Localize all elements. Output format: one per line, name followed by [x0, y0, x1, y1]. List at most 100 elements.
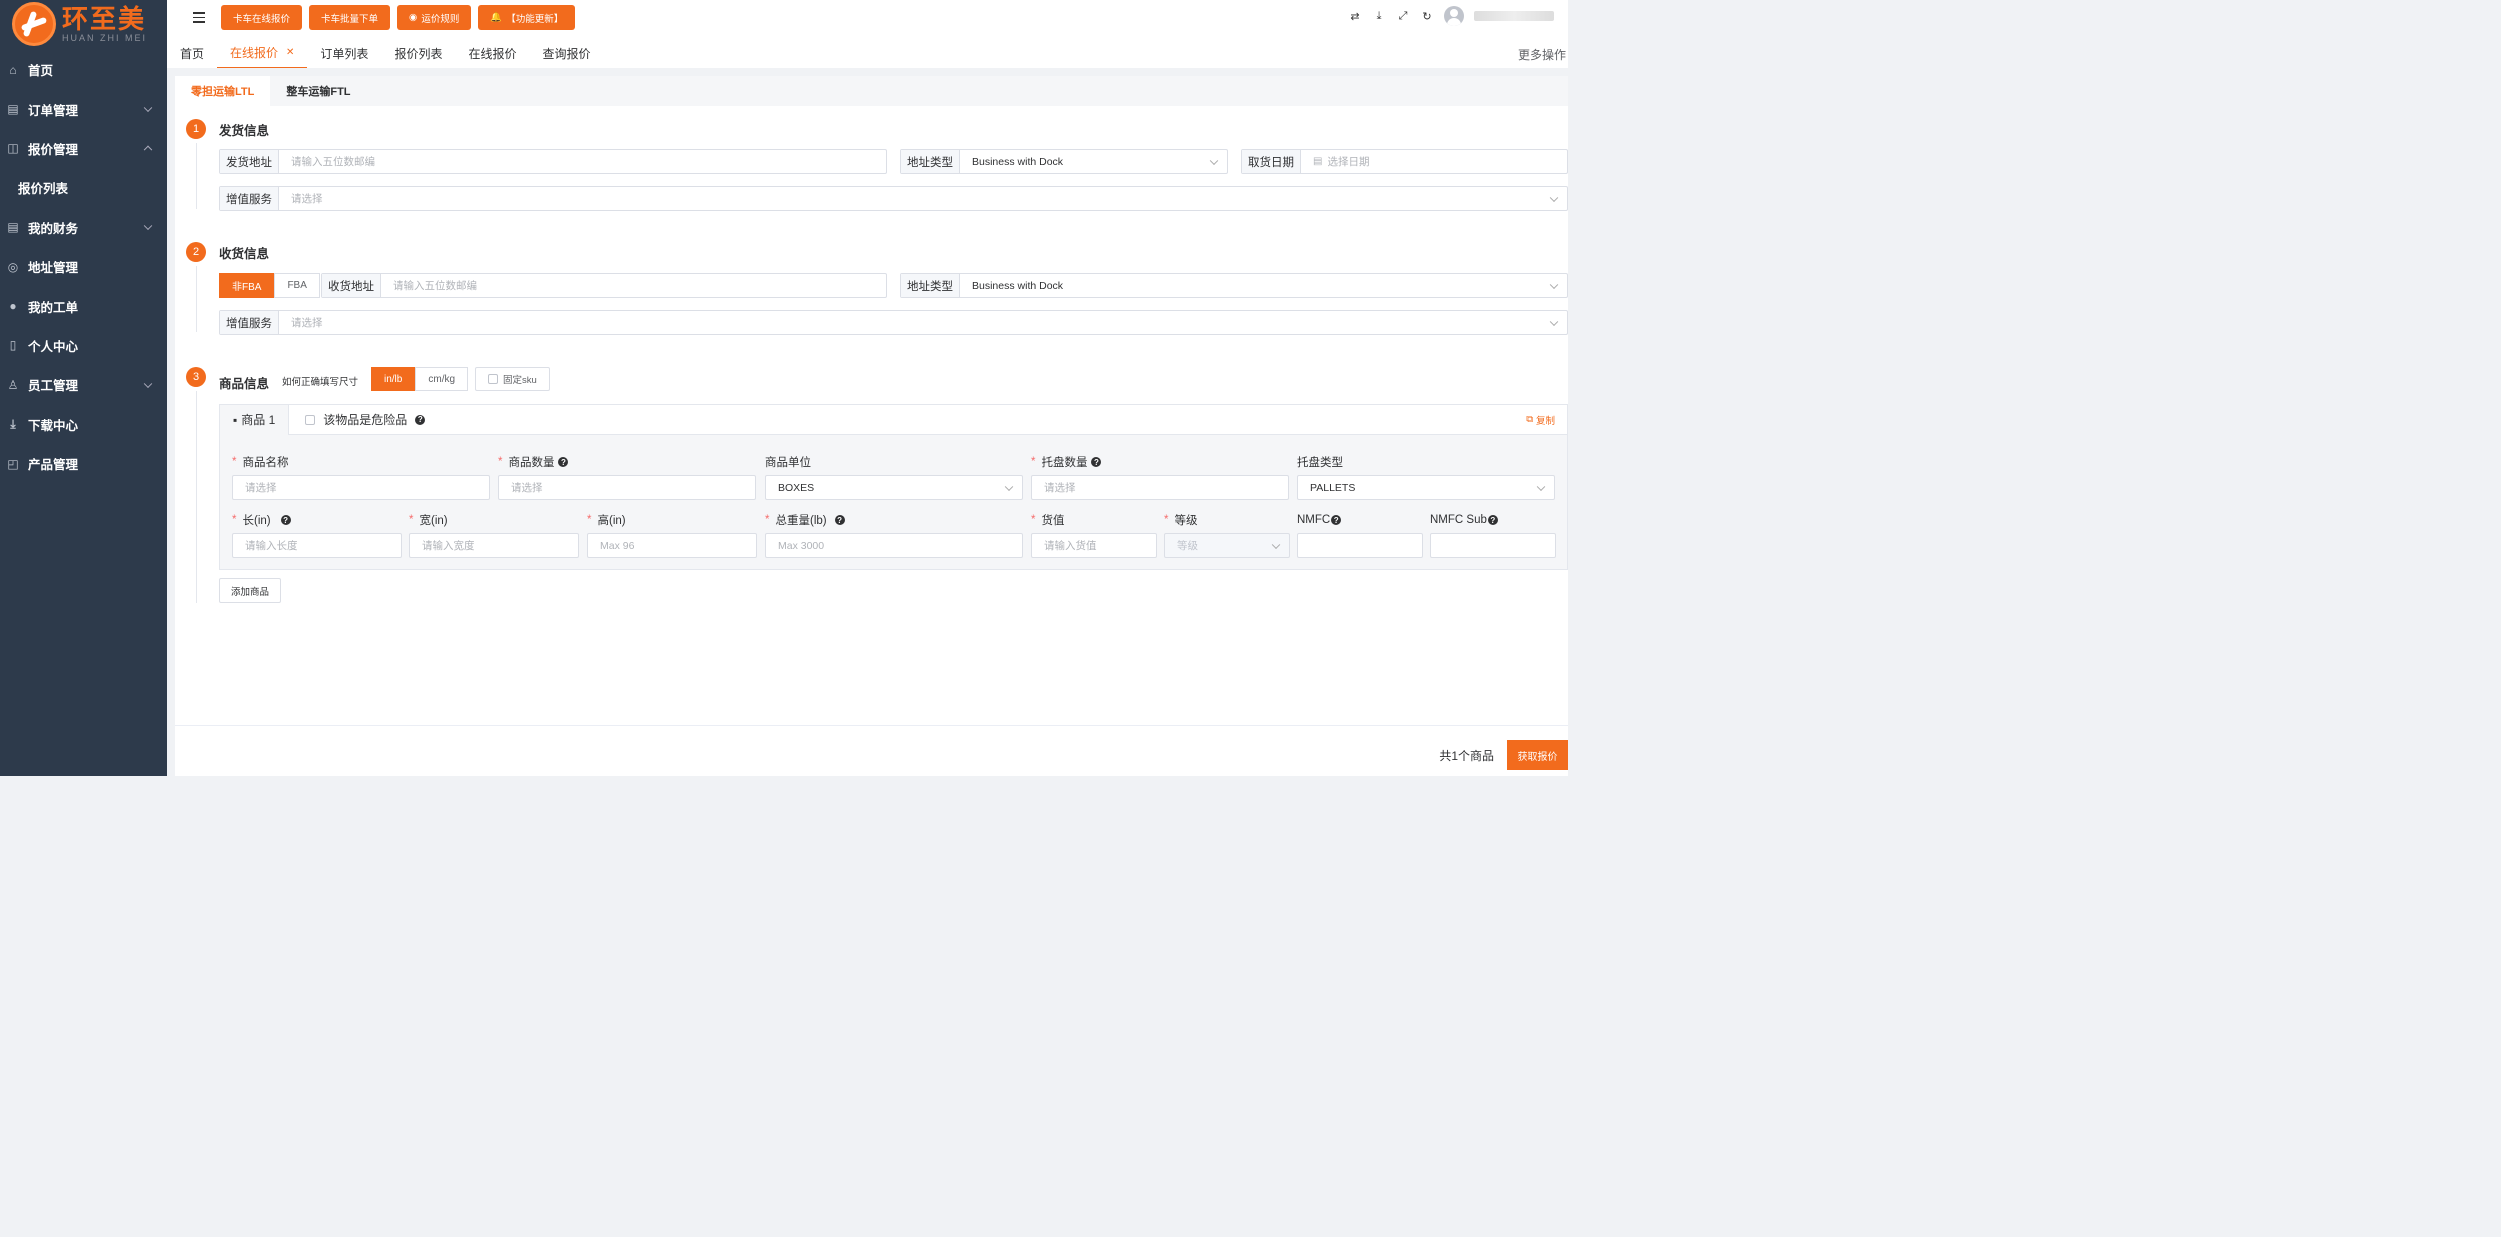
fixed-sku-checkbox[interactable]: 固定sku	[475, 367, 550, 391]
truck-batch-order-button[interactable]: 卡车批量下单	[309, 5, 391, 30]
copy-button[interactable]: ⧉ 复制	[1526, 413, 1555, 427]
goods-qty-input[interactable]: 请选择	[498, 475, 756, 500]
goods-tab[interactable]: ▪ 商品 1	[220, 404, 290, 435]
ship-address-type-group: 地址类型 Business with Dock	[900, 149, 1228, 174]
help-icon[interactable]: ?	[834, 515, 845, 525]
more-ops-button[interactable]: 更多操作	[1518, 46, 1566, 63]
tab-online-quote[interactable]: 在线报价	[455, 38, 529, 68]
tab-label: 在线报价	[468, 46, 517, 61]
help-icon[interactable]: ?	[1331, 515, 1342, 525]
unit-cmkg-option[interactable]: cm/kg	[415, 367, 469, 391]
width-input[interactable]: 请输入宽度	[409, 533, 579, 558]
help-icon[interactable]: ?	[558, 457, 569, 467]
main-content: 零担运输LTL 整车运输FTL 1 发货信息 发货地址 请输入五位数邮编 地址类…	[175, 76, 1568, 776]
refresh-icon[interactable]: ↻	[1420, 9, 1434, 23]
field-label: 高(in)	[597, 515, 626, 527]
tab-query-quote[interactable]: 查询报价	[529, 38, 603, 68]
sidebar-item-downloads[interactable]: ⤓ 下载中心	[0, 405, 167, 444]
tab-ftl[interactable]: 整车运输FTL	[270, 76, 366, 106]
field-label: 等级	[1174, 515, 1198, 527]
tab-quote-list[interactable]: 报价列表	[381, 38, 455, 68]
ship-address-input[interactable]: 请输入五位数邮编	[279, 150, 886, 173]
close-icon[interactable]: ✕	[286, 47, 294, 58]
help-icon[interactable]: ?	[415, 414, 426, 425]
recv-address-type-select[interactable]: Business with Dock	[960, 274, 1567, 297]
goods-name-input[interactable]: 请选择	[232, 475, 490, 500]
sidebar-item-address[interactable]: ◎ 地址管理	[0, 247, 167, 286]
pallet-qty-input[interactable]: 请选择	[1031, 475, 1289, 500]
menu-toggle-icon[interactable]	[193, 12, 205, 24]
bell-icon: 🔔	[490, 12, 503, 23]
sidebar-item-finance[interactable]: ▤ 我的财务	[0, 208, 167, 247]
avatar[interactable]	[1444, 6, 1464, 26]
sidebar-item-quote-list[interactable]: 报价列表	[0, 168, 167, 207]
ticket-icon: ●	[9, 299, 17, 314]
calendar-icon: ▤	[1313, 156, 1323, 167]
field-label: 托盘类型	[1297, 457, 1343, 469]
help-icon[interactable]: ?	[1091, 457, 1102, 467]
location-icon: ◎	[7, 259, 19, 274]
ship-address-type-select[interactable]: Business with Dock	[960, 150, 1227, 173]
sidebar-item-home[interactable]: ⌂ 首页	[0, 50, 167, 89]
value-input[interactable]: 请输入货值	[1031, 533, 1157, 558]
pallet-qty-field: * 托盘数量? 请选择	[1031, 455, 1289, 500]
tab-home[interactable]: 首页	[167, 38, 217, 68]
goods-unit-select[interactable]: BOXES	[765, 475, 1023, 500]
book-icon: ◫	[7, 141, 19, 156]
select-value: Business with Dock	[972, 279, 1064, 292]
recv-address-group: 收货地址 请输入五位数邮编	[321, 273, 887, 298]
non-fba-option[interactable]: 非FBA	[219, 273, 275, 298]
nmfc-input[interactable]	[1297, 533, 1423, 558]
field-label: 商品名称	[242, 457, 289, 469]
select-placeholder: 请选择	[291, 317, 323, 329]
chevron-down-icon	[1004, 482, 1014, 491]
height-field: * 高(in) Max 96	[587, 513, 757, 558]
recv-address-label: 收货地址	[322, 274, 381, 297]
unit-inlb-option[interactable]: in/lb	[371, 367, 416, 391]
sidebar-item-label: 首页	[28, 64, 54, 79]
sidebar-item-profile[interactable]: ▯ 个人中心	[0, 326, 167, 365]
nmfc-field: NMFC?	[1297, 513, 1423, 558]
logo: 环至美 HUAN ZHI MEI	[0, 0, 167, 48]
download-icon[interactable]: ⤓	[1372, 9, 1386, 23]
tab-order-list[interactable]: 订单列表	[307, 38, 381, 68]
feature-update-button[interactable]: 🔔 【功能更新】	[478, 5, 576, 30]
weight-input[interactable]: Max 3000	[765, 533, 1023, 558]
height-input[interactable]: Max 96	[587, 533, 757, 558]
tab-online-quote-active[interactable]: 在线报价 ✕	[217, 38, 308, 68]
pallet-type-select[interactable]: PALLETS	[1297, 475, 1555, 500]
switch-icon[interactable]: ⇄	[1348, 9, 1362, 23]
step-line	[196, 391, 197, 603]
nmfc-sub-input[interactable]	[1430, 533, 1556, 558]
size-help-link[interactable]: 如何正确填写尺寸	[282, 374, 358, 388]
goods-card: ▪ 商品 1 该物品是危险品? ⧉ 复制 * 商品名称 请选择 * 商品数量? 请选择 …	[219, 404, 1568, 570]
truck-quote-button[interactable]: 卡车在线报价	[221, 5, 303, 30]
tab-ltl[interactable]: 零担运输LTL	[175, 76, 271, 106]
checkbox-icon	[305, 414, 316, 425]
length-input[interactable]: 请输入长度	[232, 533, 402, 558]
pickup-date-picker[interactable]: ▤ 选择日期	[1301, 150, 1567, 173]
add-goods-button[interactable]: 添加商品	[219, 578, 282, 603]
goods-qty-field: * 商品数量? 请选择	[498, 455, 756, 500]
rate-rules-button[interactable]: ◉ 运价规则	[397, 5, 472, 30]
username-redacted[interactable]	[1474, 11, 1554, 21]
sidebar-item-staff[interactable]: ♙ 员工管理	[0, 365, 167, 404]
sidebar-item-orders[interactable]: ▤ 订单管理	[0, 89, 167, 128]
recv-address-input[interactable]: 请输入五位数邮编	[381, 274, 886, 297]
danger-goods-checkbox[interactable]: 该物品是危险品?	[305, 411, 426, 428]
transport-tabs: 零担运输LTL 整车运输FTL	[175, 76, 1568, 106]
sidebar-item-quotes[interactable]: ◫ 报价管理	[0, 129, 167, 168]
sidebar-item-tickets[interactable]: ● 我的工单	[0, 286, 167, 325]
checkbox-icon	[488, 374, 498, 384]
ship-service-select[interactable]: 请选择	[279, 187, 1567, 210]
recv-service-select[interactable]: 请选择	[279, 311, 1567, 334]
field-label: 货值	[1041, 515, 1065, 527]
get-quote-button[interactable]: 获取报价	[1507, 740, 1568, 770]
sidebar-item-products[interactable]: ◰ 产品管理	[0, 444, 167, 483]
fullscreen-icon[interactable]: ⤢	[1396, 9, 1410, 23]
ship-address-label: 发货地址	[220, 150, 279, 173]
fba-option[interactable]: FBA	[274, 273, 320, 298]
help-icon[interactable]: ?	[280, 515, 291, 525]
help-icon[interactable]: ?	[1487, 515, 1498, 525]
sidebar-item-label: 地址管理	[28, 261, 79, 276]
